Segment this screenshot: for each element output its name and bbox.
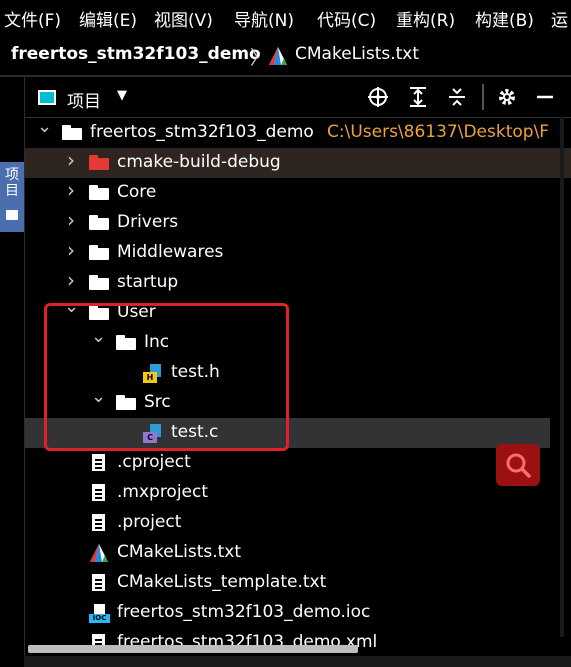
- chevron-right-icon[interactable]: ›: [64, 270, 78, 290]
- project-panel: 项目 ▼ ⌄ freertos_stm32f103_demo C:\Users\…: [25, 77, 571, 667]
- text-file-icon: [89, 513, 109, 533]
- tree-item-user[interactable]: ⌄ User: [25, 298, 571, 328]
- tree-item-src[interactable]: ⌄ Src: [25, 388, 571, 418]
- folder-icon: [89, 185, 109, 200]
- tree-item-inc[interactable]: ⌄ Inc: [25, 328, 571, 358]
- project-view-icon: [38, 90, 56, 105]
- menu-run[interactable]: 运: [551, 6, 568, 31]
- tree-item-test-c[interactable]: Ctest.c: [25, 418, 550, 448]
- tree-item-freertos-stm32f103-demo-ioc[interactable]: IOC freertos_stm32f103_demo.ioc: [25, 598, 571, 628]
- chevron-right-icon[interactable]: ›: [64, 210, 78, 230]
- text-file-icon: [89, 573, 109, 593]
- tree-item-cmakelists-txt[interactable]: CMakeLists.txt: [25, 538, 571, 568]
- tree-item-label: freertos_stm32f103_demo.ioc: [117, 602, 371, 622]
- tool-window-strip: 项目: [0, 77, 25, 667]
- tree-item-label: .mxproject: [117, 482, 209, 502]
- menu-file[interactable]: 文件(F): [4, 6, 61, 31]
- chevron-down-icon[interactable]: ⌄: [64, 298, 79, 316]
- tree-item-label: Inc: [144, 332, 170, 352]
- tree-item-mxproject[interactable]: .mxproject: [25, 478, 571, 508]
- locate-icon[interactable]: [367, 86, 389, 108]
- tree-item-freertos-stm32f103-demo-xml[interactable]: freertos_stm32f103_demo.xml: [25, 628, 571, 658]
- menu-edit[interactable]: 编辑(E): [79, 6, 137, 31]
- horizontal-scrollbar[interactable]: [28, 645, 358, 653]
- breadcrumb-project[interactable]: freertos_stm32f103_demo: [11, 44, 261, 64]
- breadcrumb-separator-icon: 〉: [250, 47, 270, 69]
- menu-build[interactable]: 构建(B): [475, 6, 534, 31]
- project-tab-label: 项目: [5, 167, 19, 199]
- status-area: [24, 656, 571, 667]
- tree-item-project[interactable]: .project: [25, 508, 571, 538]
- tree-item-drivers[interactable]: › Drivers: [25, 208, 571, 238]
- collapse-all-icon[interactable]: [446, 86, 468, 108]
- tree-item-startup[interactable]: › startup: [25, 268, 571, 298]
- tree-item-label: test.h: [171, 362, 220, 382]
- tree-item-label: .project: [117, 512, 182, 532]
- tree-item-label: Src: [144, 392, 171, 412]
- tree-item-label: CMakeLists_template.txt: [117, 572, 327, 592]
- tree-item-cproject[interactable]: .cproject: [25, 448, 571, 478]
- c-file-icon: C: [143, 423, 163, 443]
- chevron-right-icon[interactable]: ›: [64, 180, 78, 200]
- chevron-down-icon[interactable]: ⌄: [91, 388, 106, 406]
- chevron-right-icon[interactable]: ›: [64, 240, 78, 260]
- folder-icon: [89, 245, 109, 260]
- menu-bar: 文件(F) 编辑(E) 视图(V) 导航(N) 代码(C) 重构(R) 构建(B) 运: [0, 0, 571, 36]
- menu-navigate[interactable]: 导航(N): [234, 6, 294, 31]
- minimize-icon[interactable]: [534, 86, 556, 108]
- menu-refactor[interactable]: 重构(R): [396, 6, 455, 31]
- breadcrumb-file[interactable]: CMakeLists.txt: [295, 44, 419, 64]
- cmake-icon: [89, 543, 109, 563]
- tree-item-label: Core: [117, 182, 157, 202]
- tree-item-label: Drivers: [117, 212, 179, 232]
- chevron-right-icon[interactable]: ›: [64, 150, 78, 170]
- folder-icon: [89, 305, 109, 320]
- tree-item-middlewares[interactable]: › Middlewares: [25, 238, 571, 268]
- folder-icon: [89, 155, 109, 170]
- tree-item-freertos-stm32f103-demo[interactable]: ⌄ freertos_stm32f103_demo C:\Users\86137\D…: [25, 118, 571, 148]
- tree-item-label: .cproject: [117, 452, 191, 472]
- folder-icon: [89, 215, 109, 230]
- tree-item-label: Middlewares: [117, 242, 224, 262]
- search-icon: [506, 453, 531, 478]
- tree-item-cmake-build-debug[interactable]: › cmake-build-debug: [25, 148, 571, 178]
- project-view-title[interactable]: 项目: [67, 87, 101, 112]
- breadcrumb: freertos_stm32f103_demo 〉 CMakeLists.txt: [0, 36, 571, 74]
- text-file-icon: [89, 483, 109, 503]
- folder-icon: [89, 275, 109, 290]
- tree-item-label: CMakeLists.txt: [117, 542, 242, 562]
- project-tool-window-tab[interactable]: 项目: [0, 162, 24, 232]
- vertical-scrollbar[interactable]: [560, 117, 564, 637]
- header-file-icon: H: [143, 363, 163, 383]
- header-separator: [482, 84, 484, 110]
- project-tree: ⌄ freertos_stm32f103_demo C:\Users\86137\D…: [25, 118, 571, 667]
- tree-item-label: test.c: [171, 422, 219, 442]
- tree-item-label: freertos_stm32f103_demo: [90, 122, 314, 142]
- chevron-down-icon[interactable]: ⌄: [91, 328, 106, 346]
- tree-item-label: startup: [117, 272, 179, 292]
- folder-icon: [116, 395, 136, 410]
- text-file-icon: [89, 453, 109, 473]
- folder-icon: [6, 210, 18, 220]
- cmake-icon: [269, 47, 287, 65]
- folder-icon: [62, 125, 82, 140]
- project-panel-header: 项目 ▼: [25, 77, 571, 118]
- ioc-file-icon: IOC: [89, 603, 110, 623]
- expand-all-icon[interactable]: [407, 86, 429, 108]
- tree-item-core[interactable]: › Core: [25, 178, 571, 208]
- search-button[interactable]: [496, 444, 540, 486]
- chevron-down-icon[interactable]: ⌄: [37, 118, 52, 136]
- menu-view[interactable]: 视图(V): [154, 6, 213, 31]
- caret-down-icon[interactable]: ▼: [117, 88, 127, 103]
- folder-icon: [116, 335, 136, 350]
- tree-item-label: cmake-build-debug: [117, 152, 281, 172]
- menu-code[interactable]: 代码(C): [317, 6, 376, 31]
- tree-item-cmakelists-template-txt[interactable]: CMakeLists_template.txt: [25, 568, 571, 598]
- tree-item-label: User: [117, 302, 156, 322]
- project-path: C:\Users\86137\Desktop\F: [327, 122, 550, 142]
- gear-icon[interactable]: [496, 86, 518, 108]
- tree-item-test-h[interactable]: Htest.h: [25, 358, 571, 388]
